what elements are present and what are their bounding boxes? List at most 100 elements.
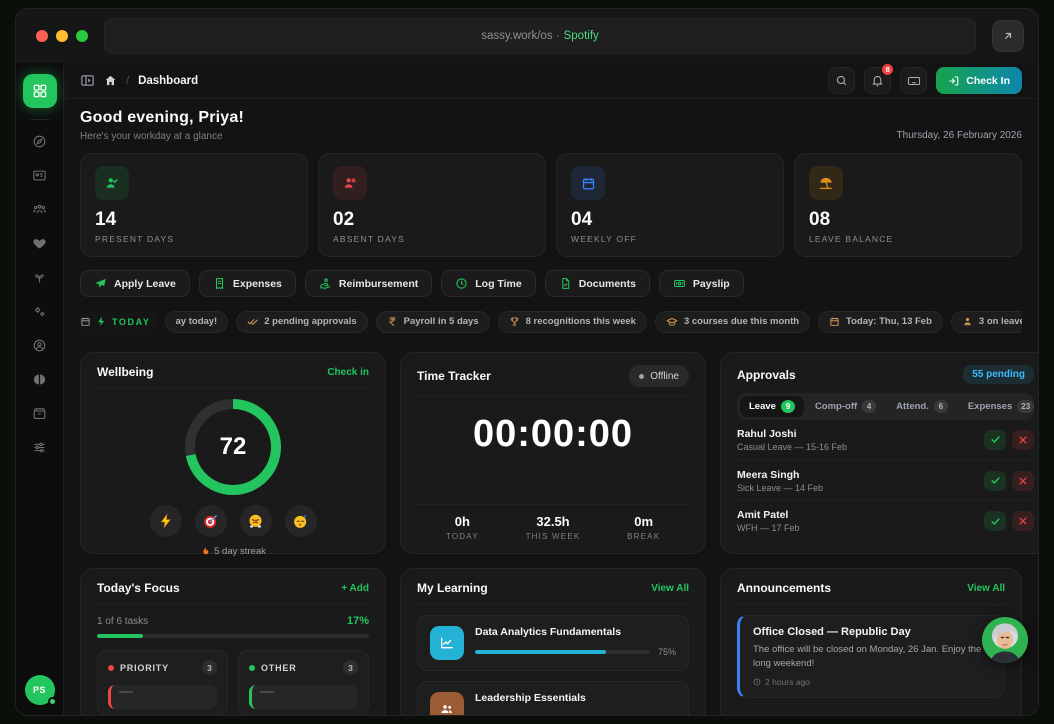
tab-attendance[interactable]: Attend. 6: [887, 396, 957, 417]
breadcrumb-separator: /: [126, 75, 129, 87]
triumph-emoji-icon: [247, 513, 264, 530]
tab-leave[interactable]: Leave 9: [740, 396, 804, 417]
ticker-chip[interactable]: Payroll in 5 days: [376, 311, 490, 333]
calendar-icon: [581, 176, 596, 191]
course-item[interactable]: Leadership Essentials: [417, 681, 689, 716]
stat-card-absent-days[interactable]: 02 ABSENT DAYS: [318, 153, 546, 257]
zoom-window-button[interactable]: [76, 30, 88, 42]
current-date: Thursday, 26 February 2026: [897, 130, 1022, 142]
task-item[interactable]: [108, 685, 217, 709]
ticker-chip[interactable]: 2 pending approvals: [236, 311, 367, 333]
sidebar-item-preferences[interactable]: [24, 432, 56, 462]
graduation-cap-icon: [666, 316, 678, 328]
course-title: Leadership Essentials: [475, 692, 676, 704]
request-detail: Sick Leave — 14 Feb: [737, 483, 823, 493]
approve-button[interactable]: [984, 471, 1006, 491]
expenses-button[interactable]: Expenses: [199, 270, 296, 297]
time-tracker-card: Time Tracker Offline 00:00:00 0h TODAY: [400, 352, 706, 554]
approval-row: Rahul Joshi Casual Leave — 15-16 Feb: [737, 420, 1034, 461]
reject-button[interactable]: [1012, 430, 1034, 450]
target-emoji-icon: [202, 513, 219, 530]
search-icon: [835, 74, 848, 87]
stat-label: THIS WEEK: [508, 532, 599, 541]
ticker-chip[interactable]: 3 courses due this month: [655, 311, 810, 333]
approvals-card: Approvals 55 pending Leave 9 Comp-off 4: [720, 352, 1039, 554]
payslip-button[interactable]: Payslip: [659, 270, 744, 297]
ticker-chip[interactable]: 8 recognitions this week: [498, 311, 647, 333]
wellbeing-check-in-link[interactable]: Check in: [327, 367, 369, 378]
search-button[interactable]: [828, 67, 855, 94]
tab-comp-off[interactable]: Comp-off 4: [806, 396, 885, 417]
add-task-link[interactable]: + Add: [341, 583, 369, 594]
mood-triumph-button[interactable]: [240, 505, 272, 537]
url-bar[interactable]: sassy.work/os · Spotify: [104, 18, 976, 54]
archive-box-icon: [32, 406, 47, 421]
apply-leave-button[interactable]: Apply Leave: [80, 270, 190, 297]
announcement-item[interactable]: Office Closed — Republic Day The office …: [737, 615, 1005, 698]
approve-button[interactable]: [984, 430, 1006, 450]
wellbeing-score: 72: [220, 433, 247, 461]
browser-window: sassy.work/os · Spotify: [15, 8, 1039, 716]
mood-row: z: [97, 505, 369, 537]
reject-button[interactable]: [1012, 511, 1034, 531]
clock-icon: [455, 277, 468, 290]
close-window-button[interactable]: [36, 30, 48, 42]
sidebar-item-analytics[interactable]: [24, 364, 56, 394]
announcements-view-all-link[interactable]: View All: [967, 583, 1005, 594]
stat-label: ABSENT DAYS: [333, 234, 531, 244]
user-avatar[interactable]: PS: [25, 675, 55, 705]
sidebar-item-explore[interactable]: [24, 126, 56, 156]
mood-sleepy-button[interactable]: z: [285, 505, 317, 537]
sidebar-item-dashboard[interactable]: [23, 74, 57, 108]
ticker-today-label: TODAY: [80, 310, 157, 333]
learning-view-all-link[interactable]: View All: [651, 583, 689, 594]
minimize-window-button[interactable]: [56, 30, 68, 42]
tasks-progress-percent: 17%: [347, 615, 369, 627]
log-time-button[interactable]: Log Time: [441, 270, 535, 297]
sidebar-toggle-icon[interactable]: [80, 73, 95, 88]
mood-zap-button[interactable]: [150, 505, 182, 537]
url-text: sassy.work/os ·: [481, 30, 559, 42]
stat-card-present-days[interactable]: 14 PRESENT DAYS: [80, 153, 308, 257]
approve-button[interactable]: [984, 511, 1006, 531]
course-item[interactable]: Data Analytics Fundamentals 75%: [417, 615, 689, 671]
approval-row: Amit Patel WFH — 17 Feb: [737, 501, 1034, 541]
sidebar-item-profile-card[interactable]: [24, 160, 56, 190]
open-external-button[interactable]: [992, 20, 1024, 52]
documents-button[interactable]: Documents: [545, 270, 650, 297]
tracker-title: Time Tracker: [417, 369, 491, 383]
approvals-list: Rahul Joshi Casual Leave — 15-16 Feb: [737, 420, 1034, 541]
stat-value: 14: [95, 209, 293, 231]
check-in-button[interactable]: Check In: [936, 67, 1022, 94]
sidebar-divider: [30, 119, 50, 120]
tab-expenses[interactable]: Expenses 23: [959, 396, 1039, 417]
user-circle-icon: [32, 338, 47, 353]
task-item[interactable]: [249, 685, 358, 709]
my-learning-card: My Learning View All Data Analytics Fund…: [400, 568, 706, 716]
notifications-button[interactable]: 8: [864, 67, 891, 94]
stat-card-leave-balance[interactable]: 08 LEAVE BALANCE: [794, 153, 1022, 257]
approvals-title: Approvals: [737, 368, 796, 382]
stat-card-weekly-off[interactable]: 04 WEEKLY OFF: [556, 153, 784, 257]
reimbursement-button[interactable]: Reimbursement: [305, 270, 432, 297]
streak-row: 5 day streak: [97, 546, 369, 557]
top-nav: / Dashboard 8 Check In: [64, 63, 1038, 99]
sidebar-item-account[interactable]: [24, 330, 56, 360]
home-icon[interactable]: [104, 74, 117, 87]
sidebar-item-team[interactable]: [24, 194, 56, 224]
sidebar-item-vault[interactable]: [24, 398, 56, 428]
reject-button[interactable]: [1012, 471, 1034, 491]
url-site-text: Spotify: [564, 30, 599, 42]
user-chip-icon: [962, 316, 973, 327]
assistant-avatar-button[interactable]: [982, 617, 1028, 663]
sidebar-item-wellbeing[interactable]: [24, 228, 56, 258]
ticker-chip[interactable]: ay today!: [165, 311, 229, 333]
ticker-chip[interactable]: Today: Thu, 13 Feb: [818, 311, 943, 333]
action-label: Log Time: [475, 278, 521, 290]
stat-value: 32.5h: [508, 514, 599, 529]
keyboard-shortcuts-button[interactable]: [900, 67, 927, 94]
mood-target-button[interactable]: [195, 505, 227, 537]
ticker-chip[interactable]: 3 on leave today: [951, 311, 1022, 333]
sidebar-item-automation[interactable]: [24, 296, 56, 326]
sidebar-item-growth[interactable]: [24, 262, 56, 292]
